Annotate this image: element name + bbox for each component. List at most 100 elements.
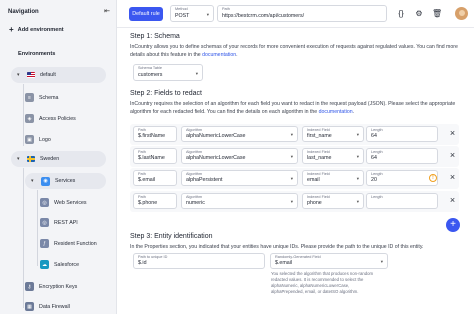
method-label: Method bbox=[175, 7, 188, 11]
random-field-select[interactable]: Randomly-Generated Field $.email ▾ bbox=[270, 253, 388, 269]
tree-line bbox=[23, 84, 24, 146]
key-icon: ⚷ bbox=[25, 282, 34, 291]
algorithm-input[interactable]: Algorithm alphaNumericLowerCase ▾ bbox=[181, 148, 298, 164]
sidebar-item-label: Resident Function bbox=[54, 240, 97, 247]
sidebar-item-services[interactable]: ▾ ◉ Services bbox=[25, 173, 106, 189]
algorithm-input[interactable]: Algorithm numeric ▾ bbox=[181, 193, 298, 209]
algorithm-value: alphaNumericLowerCase bbox=[186, 133, 246, 139]
indexed-field-label: Indexed Field bbox=[307, 172, 330, 176]
length-input[interactable]: Length bbox=[366, 193, 438, 209]
gear-icon[interactable]: ⚙ bbox=[414, 9, 424, 19]
length-input[interactable]: Length 64 bbox=[366, 148, 438, 164]
avatar[interactable] bbox=[455, 7, 468, 20]
chevron-down-icon: ▾ bbox=[290, 199, 293, 204]
length-input[interactable]: Length 64 bbox=[366, 126, 438, 142]
flag-icon bbox=[27, 72, 35, 78]
indexed-field-input[interactable]: Indexed Field phone ▾ bbox=[302, 193, 364, 209]
sidebar-item-web-services[interactable]: ◎ Web Services bbox=[40, 198, 87, 207]
default-rule-button[interactable]: Default rule bbox=[129, 7, 163, 21]
remove-row-icon[interactable]: × bbox=[448, 173, 457, 182]
add-environment-button[interactable]: + Add environment bbox=[9, 25, 64, 34]
image-icon: ▣ bbox=[25, 135, 34, 144]
path-input[interactable]: Path $.email bbox=[133, 170, 177, 186]
step2-title: Step 2: Fields to redact bbox=[130, 90, 202, 97]
sidebar-item-rest-api[interactable]: ◎ REST API bbox=[40, 218, 78, 227]
chevron-down-icon: ▾ bbox=[380, 259, 383, 264]
schema-table-select[interactable]: Schema Table customers ▾ bbox=[133, 64, 203, 81]
sidebar-title: Navigation bbox=[8, 9, 39, 15]
indexed-field-input[interactable]: Indexed Field last_name ▾ bbox=[302, 148, 364, 164]
chevron-down-icon: ▾ bbox=[206, 12, 209, 17]
algorithm-input[interactable]: Algorithm alphaPersistent ▾ bbox=[181, 170, 298, 186]
algorithm-value: numeric bbox=[186, 200, 205, 206]
sidebar-item-label: Access Policies bbox=[39, 115, 76, 122]
sidebar-item-label: Salesforce bbox=[54, 261, 80, 268]
sidebar-item-default[interactable]: ▾ default bbox=[11, 67, 106, 83]
indexed-field-input[interactable]: Indexed Field email ▾ bbox=[302, 170, 364, 186]
sidebar-item-schema[interactable]: ≡ Schema bbox=[25, 93, 58, 102]
warning-icon: ! bbox=[429, 174, 437, 182]
indexed-field-label: Indexed Field bbox=[307, 150, 330, 154]
plus-icon: + bbox=[9, 25, 14, 34]
length-input[interactable]: Length 20 bbox=[366, 170, 438, 186]
path-input[interactable]: Path $.lastName bbox=[133, 148, 177, 164]
path-input[interactable]: Path $.phone bbox=[133, 193, 177, 209]
sidebar-item-label: Schema bbox=[39, 94, 59, 101]
add-field-button[interactable]: + bbox=[446, 218, 460, 232]
sidebar-item-label: default bbox=[40, 72, 56, 78]
length-label: Length bbox=[371, 195, 383, 199]
add-environment-label: Add environment bbox=[17, 27, 64, 33]
algorithm-label: Algorithm bbox=[186, 172, 203, 176]
services-icon: ◉ bbox=[41, 176, 50, 186]
sidebar-item-data-firewall[interactable]: ▦ Data Firewall bbox=[25, 302, 70, 311]
environments-heading: Environments bbox=[18, 51, 56, 57]
sidebar-item-sweden[interactable]: ▾ Sweden bbox=[11, 151, 106, 167]
collapse-sidebar-icon[interactable]: ⇤ bbox=[103, 8, 111, 16]
firewall-icon: ▦ bbox=[25, 302, 34, 311]
function-icon: ƒ bbox=[40, 239, 49, 248]
sidebar-item-salesforce[interactable]: ☁ Salesforce bbox=[40, 260, 79, 269]
trash-icon[interactable]: 🗑 bbox=[432, 9, 442, 19]
sidebar-item-resident-function[interactable]: ƒ Resident Function bbox=[40, 239, 97, 248]
remove-row-icon[interactable]: × bbox=[448, 129, 457, 138]
sidebar: Navigation ⇤ + Add environment Environme… bbox=[0, 0, 117, 314]
random-field-label: Randomly-Generated Field bbox=[275, 255, 321, 259]
unique-id-path-input[interactable]: Path to unique ID $.id bbox=[133, 253, 265, 269]
algorithm-label: Algorithm bbox=[186, 150, 203, 154]
documentation-link[interactable]: documentation bbox=[202, 52, 236, 58]
documentation-link[interactable]: documentation bbox=[319, 109, 353, 115]
length-value: 64 bbox=[371, 155, 377, 161]
chevron-down-icon: ▾ bbox=[290, 154, 293, 159]
step1-text: InCountry allows you to define schemas o… bbox=[130, 44, 458, 58]
remove-row-icon[interactable]: × bbox=[448, 196, 457, 205]
path-value: $.phone bbox=[138, 200, 158, 206]
sidebar-item-label: Data Firewall bbox=[39, 303, 70, 310]
path-label: Path bbox=[138, 172, 146, 176]
chevron-down-icon: ▾ bbox=[356, 199, 359, 204]
api-icon: ◎ bbox=[40, 218, 49, 227]
sidebar-item-logo[interactable]: ▣ Logo bbox=[25, 135, 51, 144]
indexed-field-label: Indexed Field bbox=[307, 195, 330, 199]
algorithm-value: alphaPersistent bbox=[186, 177, 223, 183]
algorithm-label: Algorithm bbox=[186, 128, 203, 132]
code-icon[interactable]: {} bbox=[396, 9, 406, 19]
sidebar-item-encryption-keys[interactable]: ⚷ Encryption Keys bbox=[25, 282, 77, 291]
path-input[interactable]: Path $.firstName bbox=[133, 126, 177, 142]
sweden-flag-icon bbox=[27, 156, 35, 162]
tree-line bbox=[37, 190, 38, 266]
random-field-value: $.email bbox=[275, 260, 293, 266]
chevron-down-icon: ▾ bbox=[195, 71, 198, 76]
chevron-down-icon: ▾ bbox=[290, 132, 293, 137]
indexed-field-label: Indexed Field bbox=[307, 128, 330, 132]
sidebar-item-access-policies[interactable]: ◈ Access Policies bbox=[25, 114, 76, 123]
method-select[interactable]: Method POST ▾ bbox=[170, 5, 214, 22]
path-value: $.email bbox=[138, 177, 156, 183]
algorithm-input[interactable]: Algorithm alphaNumericLowerCase ▾ bbox=[181, 126, 298, 142]
length-label: Length bbox=[371, 172, 383, 176]
path-value: https://bestcrm.com/api/customers/ bbox=[222, 13, 305, 19]
path-input[interactable]: Path https://bestcrm.com/api/customers/ bbox=[217, 5, 387, 22]
indexed-field-input[interactable]: Indexed Field first_name ▾ bbox=[302, 126, 364, 142]
remove-row-icon[interactable]: × bbox=[448, 151, 457, 160]
sidebar-item-label: REST API bbox=[54, 219, 78, 226]
unique-id-path-label: Path to unique ID bbox=[138, 255, 168, 259]
